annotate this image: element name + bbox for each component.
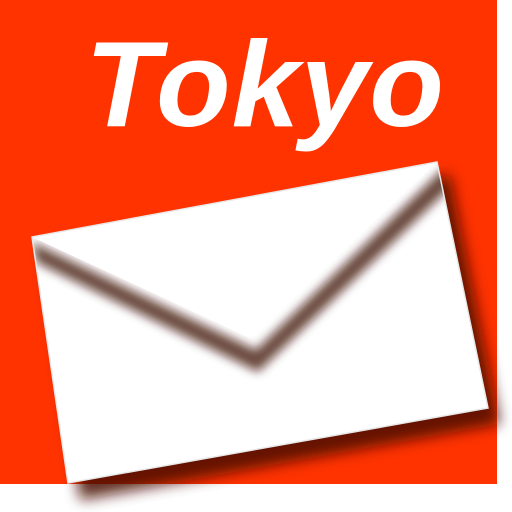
envelope-icon bbox=[31, 161, 500, 500]
app-icon[interactable]: Tokyo bbox=[0, 0, 512, 512]
